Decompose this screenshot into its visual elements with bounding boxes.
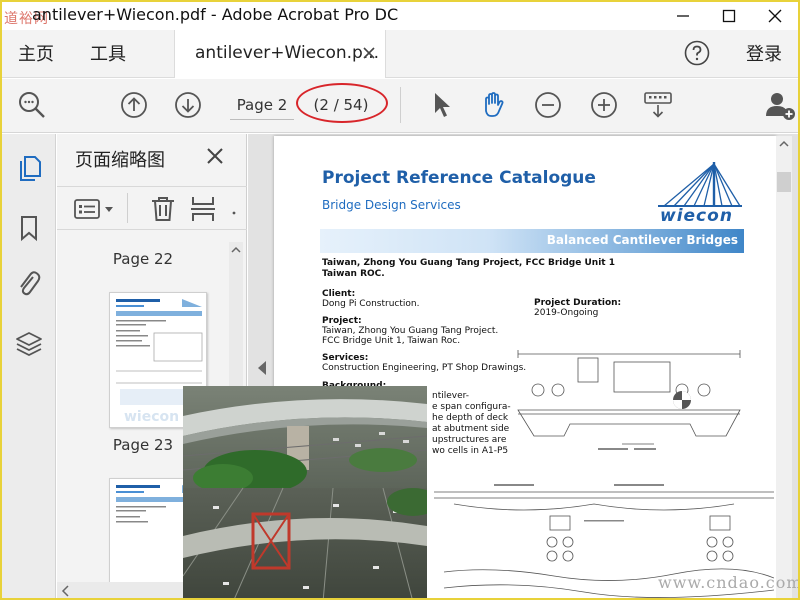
duration-value: 2019-Ongoing (534, 308, 599, 318)
help-icon (684, 40, 710, 66)
scroll-thumb[interactable] (777, 172, 791, 192)
background-line-3: he depth of deck (432, 413, 509, 423)
panel-collapse-button[interactable] (256, 358, 268, 378)
bookmarks-rail-button[interactable] (11, 210, 47, 246)
title-bar: 道裕网 antilever+Wiecon.pdf - Adobe Acrobat… (2, 2, 798, 30)
close-icon (207, 148, 223, 164)
menu-home[interactable]: 主页 (18, 40, 54, 66)
layers-icon (16, 332, 42, 357)
toolbar-divider (400, 87, 401, 123)
more-tools-dot[interactable] (231, 205, 237, 215)
doc-subtitle: Bridge Design Services (322, 198, 461, 212)
next-page-button[interactable] (170, 87, 206, 123)
bridge-photo (183, 386, 427, 598)
doc-heading-2: Taiwan ROC. (322, 269, 385, 279)
attachments-rail-button[interactable] (11, 266, 47, 302)
document-tab[interactable]: antilever+Wiecon.p... (174, 30, 386, 78)
watermark-bottom: www.cndao.com (658, 573, 800, 592)
previous-page-button[interactable] (116, 87, 152, 123)
zoom-out-button[interactable] (530, 87, 566, 123)
window-title: antilever+Wiecon.pdf - Adobe Acrobat Pro… (32, 5, 399, 24)
services-value: Construction Engineering, PT Shop Drawin… (322, 363, 527, 373)
background-line-2: e span configura- (432, 402, 511, 412)
banner-label: Balanced Cantilever Bridges (546, 233, 738, 247)
maximize-button[interactable] (706, 2, 752, 30)
doc-banner: Balanced Cantilever Bridges (320, 229, 744, 253)
bookmark-icon (21, 216, 37, 242)
wiecon-logo: wiecon (644, 160, 744, 228)
doc-heading-1: Taiwan, Zhong You Guang Tang Project, FC… (322, 258, 615, 268)
toolbar: Page 2 (2 / 54) (2, 79, 798, 133)
triangle-left-icon (258, 361, 266, 375)
menu-tools[interactable]: 工具 (90, 40, 126, 66)
acrobat-window: 道裕网 antilever+Wiecon.pdf - Adobe Acrobat… (0, 0, 800, 600)
bridge-photo-image (183, 386, 427, 598)
magnifier-icon (19, 92, 45, 118)
doc-title: Project Reference Catalogue (322, 168, 596, 188)
tab-close-button[interactable] (363, 42, 375, 64)
minimize-icon (677, 15, 689, 17)
close-window-button[interactable] (752, 2, 798, 30)
scroll-left-icon (61, 585, 69, 597)
insert-page-button[interactable] (189, 195, 217, 223)
more-icon (232, 211, 236, 215)
background-line-4: at abutment side (432, 424, 510, 434)
trash-icon (152, 197, 174, 221)
highlight-ellipse (296, 83, 388, 123)
panel-divider (127, 193, 128, 223)
help-button[interactable] (684, 40, 710, 66)
scroll-up-icon (779, 140, 789, 147)
background-line-5: upstructures are (432, 435, 507, 445)
panel-toolbar (57, 186, 247, 230)
close-icon (363, 47, 375, 59)
bridge-section-graphic (517, 350, 741, 450)
navigation-rail (2, 134, 56, 598)
cursor-arrow-icon (435, 93, 450, 117)
minimize-button[interactable] (660, 2, 706, 30)
options-dropdown[interactable] (73, 197, 117, 221)
maximize-icon (722, 9, 736, 23)
add-user-icon (766, 93, 795, 120)
keyboard-download-button[interactable] (640, 87, 676, 123)
svg-text:wiecon: wiecon (124, 409, 179, 425)
arrow-down-circle-icon (175, 92, 201, 118)
delete-page-button[interactable] (149, 195, 177, 223)
page-number-field[interactable]: Page 2 (230, 90, 294, 120)
paperclip-icon (20, 271, 41, 296)
tab-label: antilever+Wiecon.p... (195, 43, 380, 63)
layers-rail-button[interactable] (11, 326, 47, 362)
background-line-1: ntilever- (432, 391, 470, 401)
select-tool-button[interactable] (424, 87, 460, 123)
close-icon (768, 9, 782, 23)
zoom-in-button[interactable] (586, 87, 622, 123)
arrow-up-circle-icon (121, 92, 147, 118)
minus-circle-icon (535, 92, 561, 118)
thumbnails-rail-button[interactable] (11, 150, 47, 186)
document-scrollbar[interactable] (776, 136, 792, 598)
panel-close-button[interactable] (207, 144, 223, 170)
page-thumbnails-icon (20, 156, 41, 181)
hand-tool-button[interactable] (476, 87, 512, 123)
hand-icon (485, 92, 504, 117)
client-value: Dong Pi Construction. (322, 299, 420, 309)
keyboard-download-icon (644, 92, 672, 118)
thumbnail-label: Page 22 (112, 250, 174, 268)
menu-bar: 主页 工具 antilever+Wiecon.p... 登录 (2, 30, 798, 78)
project-line-2: FCC Bridge Unit 1, Taiwan Roc. (322, 336, 461, 346)
plus-circle-icon (591, 92, 617, 118)
scroll-up-icon (231, 246, 241, 253)
cross-section-drawing (514, 340, 744, 470)
panel-title: 页面缩略图 (75, 150, 165, 171)
login-button[interactable]: 登录 (746, 40, 782, 66)
background-line-6: wo cells in A1-P5 (432, 446, 509, 456)
logo-text: wiecon (660, 206, 733, 226)
zoom-search-button[interactable] (14, 87, 50, 123)
insert-page-icon (191, 197, 215, 221)
list-options-icon (74, 199, 113, 219)
share-user-button[interactable] (762, 87, 798, 123)
